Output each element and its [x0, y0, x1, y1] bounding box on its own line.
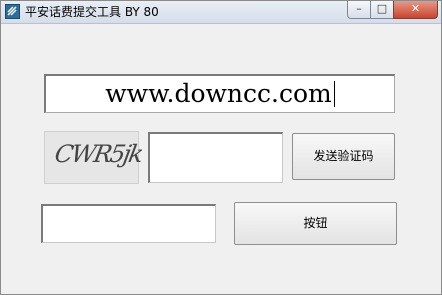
bottom-input[interactable] — [41, 204, 216, 243]
app-icon — [5, 4, 20, 19]
title-bar[interactable]: 平安话费提交工具 BY 80 – □ ✕ — [1, 1, 441, 24]
close-button[interactable]: ✕ — [393, 1, 438, 19]
captcha-image[interactable]: CWR5jk — [44, 131, 144, 184]
submit-button[interactable]: 按钮 — [234, 202, 397, 245]
verification-code-input[interactable] — [148, 132, 283, 183]
text-caret — [333, 81, 335, 107]
send-code-button[interactable]: 发送验证码 — [292, 133, 395, 180]
captcha-text: CWR5jk — [52, 140, 144, 168]
window-title: 平安话费提交工具 BY 80 — [25, 5, 159, 19]
app-window: 平安话费提交工具 BY 80 – □ ✕ www.downcc.com CWR5… — [0, 0, 442, 295]
maximize-button[interactable]: □ — [370, 1, 394, 19]
url-value: www.downcc.com — [105, 79, 332, 108]
url-field[interactable]: www.downcc.com — [44, 74, 395, 113]
minimize-button[interactable]: – — [347, 1, 371, 19]
